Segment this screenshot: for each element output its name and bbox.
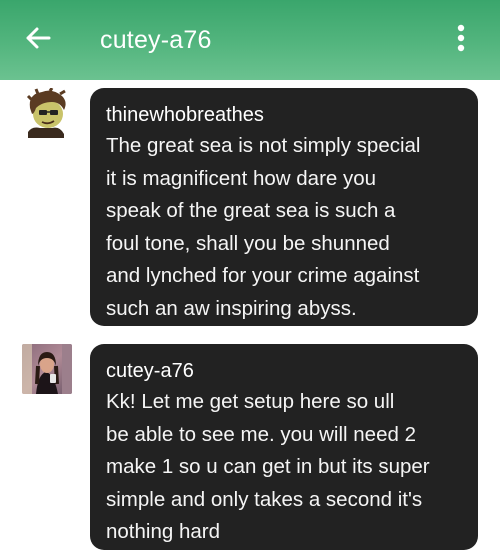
cartoon-avatar-icon (22, 88, 72, 138)
photo-avatar-icon (22, 344, 72, 394)
overflow-menu-button[interactable] (446, 22, 476, 58)
message-bubble: cutey-a76 Kk! Let me get setup here so u… (90, 344, 478, 550)
arrow-left-icon (25, 26, 51, 55)
message-author[interactable]: cutey-a76 (106, 358, 462, 384)
message-author[interactable]: thinewhobreathes (106, 102, 462, 128)
avatar-cutey-a76[interactable] (22, 344, 72, 394)
avatar-thinewhobreathes[interactable] (22, 88, 72, 138)
back-button[interactable] (22, 24, 54, 56)
message-text: The great sea is not simply special it i… (106, 134, 421, 320)
message-text: Kk! Let me get setup here so ull be able… (106, 390, 430, 543)
more-vertical-icon (457, 24, 465, 57)
message-bubble: thinewhobreathes The great sea is not si… (90, 88, 478, 326)
conversation-title: cutey-a76 (100, 26, 212, 54)
top-app-bar: cutey-a76 (0, 0, 500, 80)
